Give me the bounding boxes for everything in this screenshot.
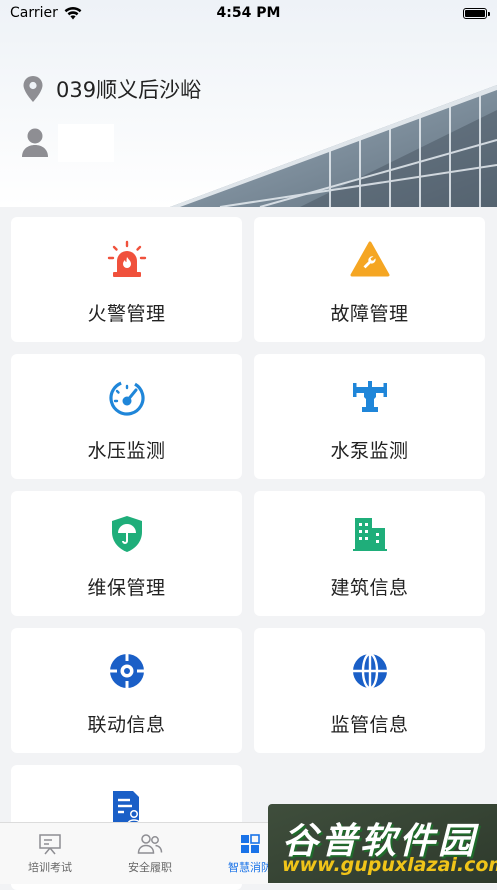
status-bar: Carrier 4:54 PM [0, 0, 497, 26]
tab-training[interactable]: 培训考试 [0, 823, 100, 884]
building-info-label: 建筑信息 [330, 577, 409, 599]
tab-smart-fire-label: 智慧消防 [228, 861, 272, 874]
location-row[interactable]: 039顺义后沙峪 [22, 74, 201, 104]
user-name-redacted [58, 124, 114, 162]
location-pin-icon [23, 76, 43, 102]
building-info-card[interactable]: 建筑信息 [254, 491, 485, 616]
location-name: 039顺义后沙峪 [56, 78, 202, 102]
users-icon [137, 834, 163, 854]
supervision-info-label: 监管信息 [330, 714, 409, 736]
building-icon [352, 518, 387, 551]
fault-management-label: 故障管理 [330, 303, 409, 325]
maintenance-label: 维保管理 [87, 577, 166, 599]
supervision-globe-icon [352, 652, 387, 690]
maintenance-card[interactable]: 维保管理 [11, 491, 242, 616]
water-pressure-label: 水压监测 [87, 440, 166, 462]
battery-icon [463, 7, 490, 19]
water-pump-icon [352, 381, 387, 412]
fault-wrench-icon [350, 241, 389, 277]
linkage-info-label: 联动信息 [87, 714, 166, 736]
water-pump-card[interactable]: 水泵监测 [254, 354, 485, 479]
maintenance-shield-icon [111, 516, 142, 552]
training-board-icon [39, 834, 61, 855]
fault-management-card[interactable]: 故障管理 [254, 217, 485, 342]
carrier-label: Carrier [10, 5, 58, 21]
pressure-gauge-icon [108, 380, 145, 416]
water-pump-label: 水泵监测 [330, 440, 409, 462]
tab-training-label: 培训考试 [28, 861, 72, 874]
wifi-icon [64, 6, 82, 19]
fire-alarm-card[interactable]: 火警管理 [11, 217, 242, 342]
user-avatar-icon [22, 128, 48, 157]
user-row [22, 124, 114, 162]
water-pressure-card[interactable]: 水压监测 [11, 354, 242, 479]
fire-alarm-label: 火警管理 [87, 303, 166, 325]
header-banner: 039顺义后沙峪 [0, 0, 497, 207]
supervision-info-card[interactable]: 监管信息 [254, 628, 485, 753]
linkage-target-icon [109, 654, 144, 688]
linkage-info-card[interactable]: 联动信息 [11, 628, 242, 753]
watermark-logo: 谷普软件园 www.gupuxlazai.com [268, 804, 497, 883]
watermark-url: www.gupuxlazai.com [282, 854, 497, 876]
grid-apps-icon [241, 834, 260, 853]
tab-safety-duty-label: 安全履职 [128, 861, 172, 874]
fire-alarm-icon [107, 240, 146, 277]
tab-safety-duty[interactable]: 安全履职 [100, 823, 200, 884]
